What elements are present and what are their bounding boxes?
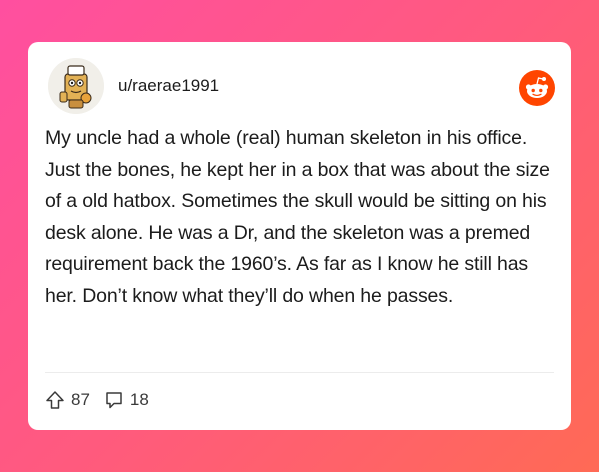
post-card: u/raerae1991 My uncle had a whole (real)… bbox=[28, 42, 571, 430]
avatar[interactable] bbox=[48, 58, 104, 114]
username[interactable]: u/raerae1991 bbox=[118, 76, 219, 96]
post-body: My uncle had a whole (real) human skelet… bbox=[45, 127, 550, 307]
snoo-avatar-icon bbox=[48, 58, 104, 114]
comment-button[interactable]: 18 bbox=[104, 390, 149, 410]
upvote-button[interactable]: 87 bbox=[45, 390, 90, 410]
upvote-count: 87 bbox=[71, 390, 90, 409]
upvote-arrow-icon bbox=[46, 391, 64, 409]
reddit-logo-icon[interactable] bbox=[519, 70, 555, 106]
post-header: u/raerae1991 bbox=[48, 58, 555, 114]
post-footer: 87 18 bbox=[45, 388, 163, 412]
divider bbox=[45, 372, 554, 373]
comment-bubble-icon bbox=[106, 392, 122, 409]
comment-count: 18 bbox=[129, 390, 149, 409]
